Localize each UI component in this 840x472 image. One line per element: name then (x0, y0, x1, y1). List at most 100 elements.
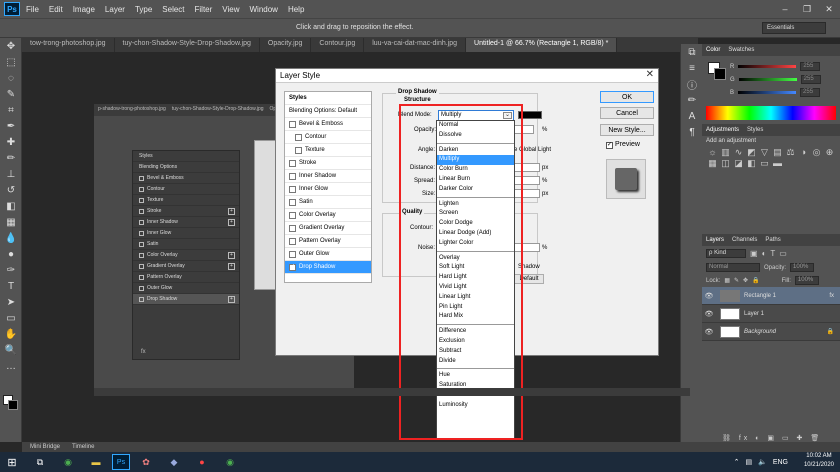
background-color-swatch[interactable] (8, 400, 18, 410)
marquee-tool-icon[interactable]: ⬚ (0, 54, 22, 70)
exposure-icon[interactable]: ◩ (745, 147, 758, 158)
history-brush-tool-icon[interactable]: ↺ (0, 182, 22, 198)
layer-blend-mode[interactable]: Normal (706, 263, 760, 272)
gradient-tool-icon[interactable]: ▦ (0, 214, 22, 230)
type-tool-icon[interactable]: T (0, 278, 22, 294)
doc-tab[interactable]: tow-trong-photoshop.jpg (22, 38, 115, 52)
style-item-bevel-emboss[interactable]: Bevel & Emboss (285, 118, 371, 131)
style-item-inner-glow[interactable]: Inner Glow (285, 183, 371, 196)
channel-value[interactable]: 255 (800, 88, 821, 97)
tab-layers[interactable]: Layers (706, 237, 724, 243)
menu-window[interactable]: Window (250, 5, 278, 14)
mini-bridge-tab[interactable]: Mini Bridge (30, 444, 60, 450)
menu-type[interactable]: Type (135, 5, 152, 14)
network-icon[interactable]: ▤ (745, 458, 752, 466)
style-item-contour[interactable]: Contour (285, 131, 371, 144)
menu-image[interactable]: Image (73, 5, 95, 14)
keyboard-language[interactable]: ENG (773, 459, 788, 466)
close-button[interactable]: ✕ (818, 0, 840, 18)
photoshop-taskbar-icon[interactable]: Ps (112, 454, 130, 470)
vibrance-icon[interactable]: ▽ (758, 147, 771, 158)
style-item-texture[interactable]: Texture (285, 144, 371, 157)
task-view-icon[interactable]: ⧉ (28, 454, 52, 470)
checkbox-icon[interactable] (289, 120, 296, 128)
doc-tab[interactable]: Opacity.jpg (260, 38, 312, 52)
lasso-tool-icon[interactable]: ◌ (0, 70, 22, 86)
checkbox-icon[interactable] (295, 133, 302, 141)
chrome-icon[interactable]: ◉ (56, 454, 80, 470)
style-item-color-overlay[interactable]: Color Overlay (285, 209, 371, 222)
preview-checkbox[interactable]: ✓ Preview (606, 141, 640, 149)
lock-move-icon[interactable]: ✥ (743, 277, 748, 284)
brightness-icon[interactable]: ☼ (706, 147, 719, 158)
menu-help[interactable]: Help (288, 5, 304, 14)
layer-row[interactable]: 👁 Layer 1 (702, 305, 840, 323)
menu-file[interactable]: File (26, 5, 39, 14)
app-taskbar-icon-2[interactable]: ◆ (162, 454, 186, 470)
stamp-tool-icon[interactable]: ⊥ (0, 166, 22, 182)
levels-icon[interactable]: ▥ (719, 147, 732, 158)
restore-button[interactable]: ❐ (796, 0, 818, 18)
info-icon[interactable]: ⓘ (681, 76, 703, 92)
fx-icon[interactable]: fx (829, 293, 834, 299)
style-item-satin[interactable]: Satin (285, 196, 371, 209)
posterize-icon[interactable]: ◪ (732, 158, 745, 169)
crop-tool-icon[interactable]: ⌗ (0, 102, 22, 118)
taskbar-clock[interactable]: 10:02 AM 10/21/2020 (804, 452, 834, 470)
channel-mixer-icon[interactable]: ⊕ (823, 147, 836, 158)
filter-type-icon[interactable]: T (770, 249, 775, 258)
channel-value[interactable]: 255 (800, 75, 821, 84)
history-icon[interactable]: ⧉ (681, 44, 703, 60)
ok-button[interactable]: OK (600, 91, 654, 103)
tab-styles[interactable]: Styles (747, 127, 763, 133)
doc-tab[interactable]: tuy-chon-Shadow-Style-Drop-Shadow.jpg (115, 38, 260, 52)
eye-icon[interactable]: 👁 (702, 292, 716, 300)
minimize-button[interactable]: – (774, 0, 796, 18)
eye-icon[interactable]: 👁 (702, 310, 716, 318)
tab-adjustments[interactable]: Adjustments (706, 127, 739, 133)
properties-icon[interactable]: ≡ (681, 60, 703, 76)
style-item-inner-shadow[interactable]: Inner Shadow (285, 170, 371, 183)
checkbox-icon[interactable] (289, 224, 296, 232)
brush-tool-icon[interactable]: ✏ (0, 150, 22, 166)
app-taskbar-icon-1[interactable]: ✿ (134, 454, 158, 470)
tab-paths[interactable]: Paths (765, 237, 780, 243)
pen-tool-icon[interactable]: ✑ (0, 262, 22, 278)
eraser-tool-icon[interactable]: ◧ (0, 198, 22, 214)
checkbox-icon[interactable] (289, 185, 296, 193)
blur-tool-icon[interactable]: 💧 (0, 230, 22, 246)
tab-swatches[interactable]: Swatches (728, 47, 754, 53)
tab-color[interactable]: Color (706, 47, 720, 53)
filter-shape-icon[interactable]: ▭ (779, 249, 787, 258)
style-item-blending-options-default[interactable]: Blending Options: Default (285, 105, 371, 118)
eye-icon[interactable]: 👁 (702, 328, 716, 336)
filter-adjust-icon[interactable]: ◐ (762, 249, 767, 258)
quick-select-tool-icon[interactable]: ✎ (0, 86, 22, 102)
checkbox-icon[interactable] (289, 237, 296, 245)
menu-filter[interactable]: Filter (195, 5, 213, 14)
style-item-stroke[interactable]: Stroke (285, 157, 371, 170)
layer-row[interactable]: 👁 Rectangle 1 fx (702, 287, 840, 305)
menu-layer[interactable]: Layer (105, 5, 125, 14)
fill-field[interactable]: 100% (794, 276, 819, 285)
channel-slider[interactable] (738, 91, 797, 94)
checkbox-icon[interactable]: ✓ (289, 263, 296, 271)
channel-slider[interactable] (738, 65, 797, 68)
filter-pixel-icon[interactable]: ▣ (750, 249, 758, 258)
bg-color-chip[interactable] (714, 68, 726, 80)
styles-header[interactable]: Styles (285, 92, 371, 105)
bw-icon[interactable]: ◑ (797, 147, 810, 158)
eyedropper-tool-icon[interactable]: ✒ (0, 118, 22, 134)
dialog-close-icon[interactable]: ✕ (646, 69, 654, 80)
layer-row[interactable]: 👁 Background 🔒 (702, 323, 840, 341)
style-item-pattern-overlay[interactable]: Pattern Overlay (285, 235, 371, 248)
selective-color-icon[interactable]: ▭ (758, 158, 771, 169)
checkbox-icon[interactable] (289, 250, 296, 258)
app-taskbar-icon-3[interactable]: ● (190, 454, 214, 470)
lock-pixels-icon[interactable]: ▦ (724, 277, 730, 284)
brush-settings-icon[interactable]: ✏ (681, 92, 703, 108)
channel-slider[interactable] (738, 78, 797, 81)
more-tools-icon[interactable]: … (0, 358, 22, 374)
checkbox-icon[interactable] (289, 211, 296, 219)
healing-tool-icon[interactable]: ✚ (0, 134, 22, 150)
